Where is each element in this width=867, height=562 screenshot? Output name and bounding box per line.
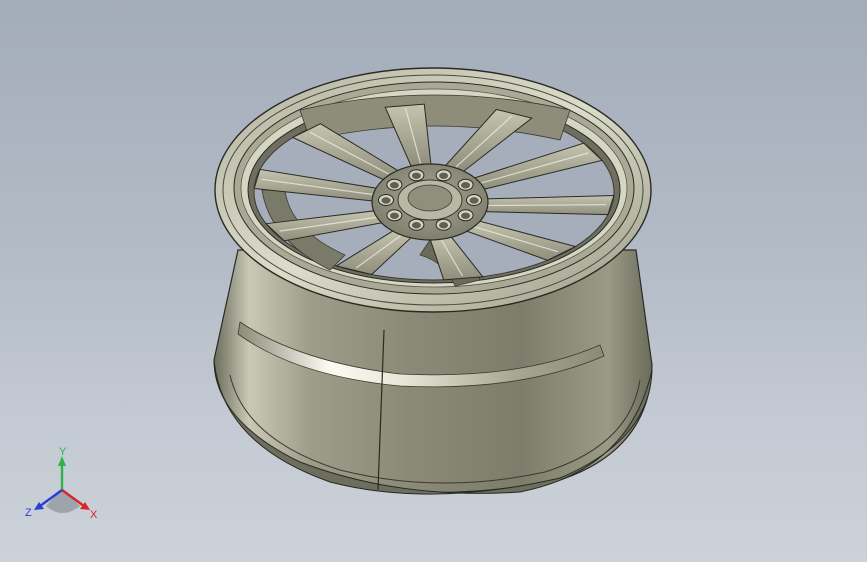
lug-hole-bore xyxy=(439,172,449,179)
lug-hole-bore xyxy=(411,172,421,179)
y-axis-label: Y xyxy=(59,446,67,458)
lug-hole-bore xyxy=(469,197,479,204)
lug-hole-bore xyxy=(389,182,399,189)
lug-hole-bore xyxy=(461,182,471,189)
x-axis-label: X xyxy=(90,509,98,521)
wheel-hub xyxy=(371,163,489,241)
wheel-model[interactable] xyxy=(0,0,867,562)
lug-hole-bore xyxy=(439,222,449,229)
coordinate-triad[interactable]: Y X Z xyxy=(22,446,108,526)
spoke-ridge xyxy=(487,204,607,207)
lug-hole-bore xyxy=(461,212,471,219)
lug-hole-bore xyxy=(411,222,421,229)
z-axis-label: Z xyxy=(25,507,32,519)
lug-hole-bore xyxy=(389,212,399,219)
lug-hole-bore xyxy=(381,197,391,204)
graphics-viewport[interactable]: Y X Z xyxy=(0,0,867,562)
